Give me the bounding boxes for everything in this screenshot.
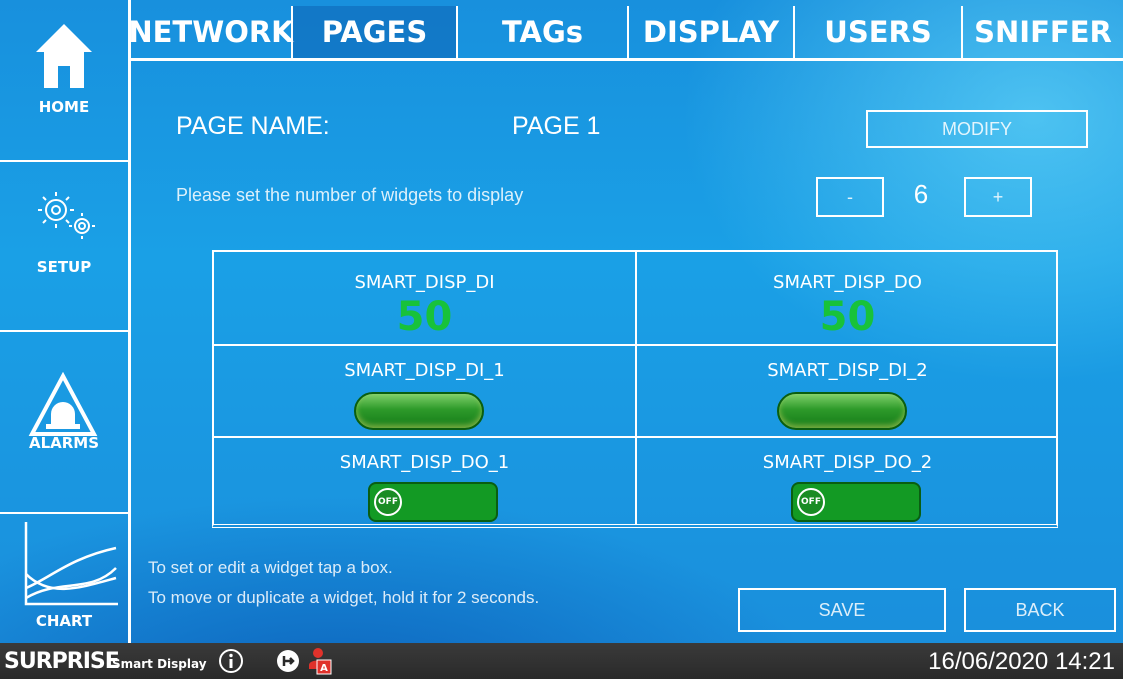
sidebar-item-home[interactable]: HOME [0, 8, 128, 158]
sidebar-item-alarms[interactable]: ALARMS [0, 332, 128, 512]
minus-label: - [847, 186, 853, 207]
sidebar-item-chart[interactable]: CHART [0, 514, 128, 640]
decrease-widgets-button[interactable]: - [816, 177, 884, 217]
svg-text:A: A [320, 663, 328, 674]
toggle-switch[interactable]: OFF [791, 482, 921, 522]
widget-cell[interactable]: SMART_DISP_DO_2 OFF [637, 438, 1058, 524]
sidebar-item-setup[interactable]: SETUP [0, 162, 128, 330]
toggle-knob: OFF [797, 488, 825, 516]
plus-label: + [992, 186, 1004, 207]
increase-widgets-button[interactable]: + [964, 177, 1032, 217]
tab-label: TAGs [501, 15, 584, 49]
led-indicator [777, 392, 907, 430]
home-icon [36, 24, 92, 88]
widget-value: 50 [819, 294, 876, 340]
sidebar: HOME SETUP ALARMS CHART [0, 0, 131, 643]
led-indicator [354, 392, 484, 430]
page-name-value: PAGE 1 [512, 112, 601, 140]
back-button-label: BACK [1015, 599, 1065, 620]
modify-button-label: MODIFY [942, 118, 1012, 139]
widget-title: SMART_DISP_DO_2 [762, 452, 933, 473]
top-tabs: NETWORK PAGES TAGs DISPLAY USERS SNIFFER [128, 6, 1123, 61]
tab-label: DISPLAY [642, 15, 780, 49]
logout-icon[interactable] [276, 649, 300, 673]
widget-cell[interactable]: SMART_DISP_DI 50 [214, 252, 635, 344]
main-screen: HOME SETUP ALARMS CHART NETWORK PAGES TA… [0, 0, 1123, 643]
sidebar-item-label: ALARMS [28, 434, 100, 452]
brand-subtitle: Smart Display [112, 657, 207, 671]
save-button-label: SAVE [818, 599, 866, 620]
sidebar-item-label: SETUP [36, 258, 92, 276]
hint-line-2: To move or duplicate a widget, hold it f… [148, 588, 540, 607]
widget-title: SMART_DISP_DO_1 [339, 452, 510, 473]
back-button[interactable]: BACK [964, 588, 1116, 632]
widget-cell[interactable]: SMART_DISP_DI_2 [637, 346, 1058, 436]
widget-title: SMART_DISP_DI_1 [344, 360, 505, 381]
widget-cell[interactable]: SMART_DISP_DO_1 OFF [214, 438, 635, 524]
toggle-switch[interactable]: OFF [368, 482, 498, 522]
chart-icon [24, 522, 118, 606]
widget-grid: SMART_DISP_DI 50 SMART_DISP_DO 50 SMART_… [212, 250, 1058, 528]
hint-line-1: To set or edit a widget tap a box. [148, 558, 393, 577]
tab-sniffer[interactable]: SNIFFER [961, 6, 1123, 58]
tab-display[interactable]: DISPLAY [627, 6, 793, 58]
modify-button[interactable]: MODIFY [866, 110, 1088, 148]
toggle-knob: OFF [374, 488, 402, 516]
widget-title: SMART_DISP_DI_2 [767, 360, 928, 381]
sidebar-item-label: CHART [35, 612, 93, 630]
tab-label: USERS [824, 15, 932, 49]
tab-tags[interactable]: TAGs [456, 6, 627, 58]
tab-label: SNIFFER [974, 15, 1112, 49]
tab-label: NETWORK [128, 15, 294, 49]
widget-count-value: 6 [913, 179, 929, 209]
widget-cell[interactable]: SMART_DISP_DO 50 [637, 252, 1058, 344]
widget-title: SMART_DISP_DO [773, 272, 922, 293]
brand-logo: SURPRISE [4, 649, 120, 674]
tab-pages[interactable]: PAGES [291, 6, 456, 58]
widget-title: SMART_DISP_DI [354, 272, 495, 293]
sidebar-item-label: HOME [38, 98, 90, 116]
save-button[interactable]: SAVE [738, 588, 946, 632]
widget-value: 50 [396, 294, 453, 340]
info-icon[interactable] [218, 648, 244, 674]
gears-icon [38, 192, 95, 239]
widget-cell[interactable]: SMART_DISP_DI_1 [214, 346, 635, 436]
tab-label: PAGES [321, 15, 428, 49]
widget-count-instruction: Please set the number of widgets to disp… [176, 185, 524, 205]
tab-network[interactable]: NETWORK [128, 6, 294, 58]
status-bar: SURPRISE Smart Display A 16/06/2020 14:2… [0, 643, 1123, 679]
status-datetime: 16/06/2020 14:21 [928, 648, 1115, 675]
tab-users[interactable]: USERS [793, 6, 961, 58]
alarm-beacon-icon [28, 372, 98, 436]
page-name-label: PAGE NAME: [176, 112, 330, 140]
user-admin-icon[interactable]: A [306, 647, 332, 675]
